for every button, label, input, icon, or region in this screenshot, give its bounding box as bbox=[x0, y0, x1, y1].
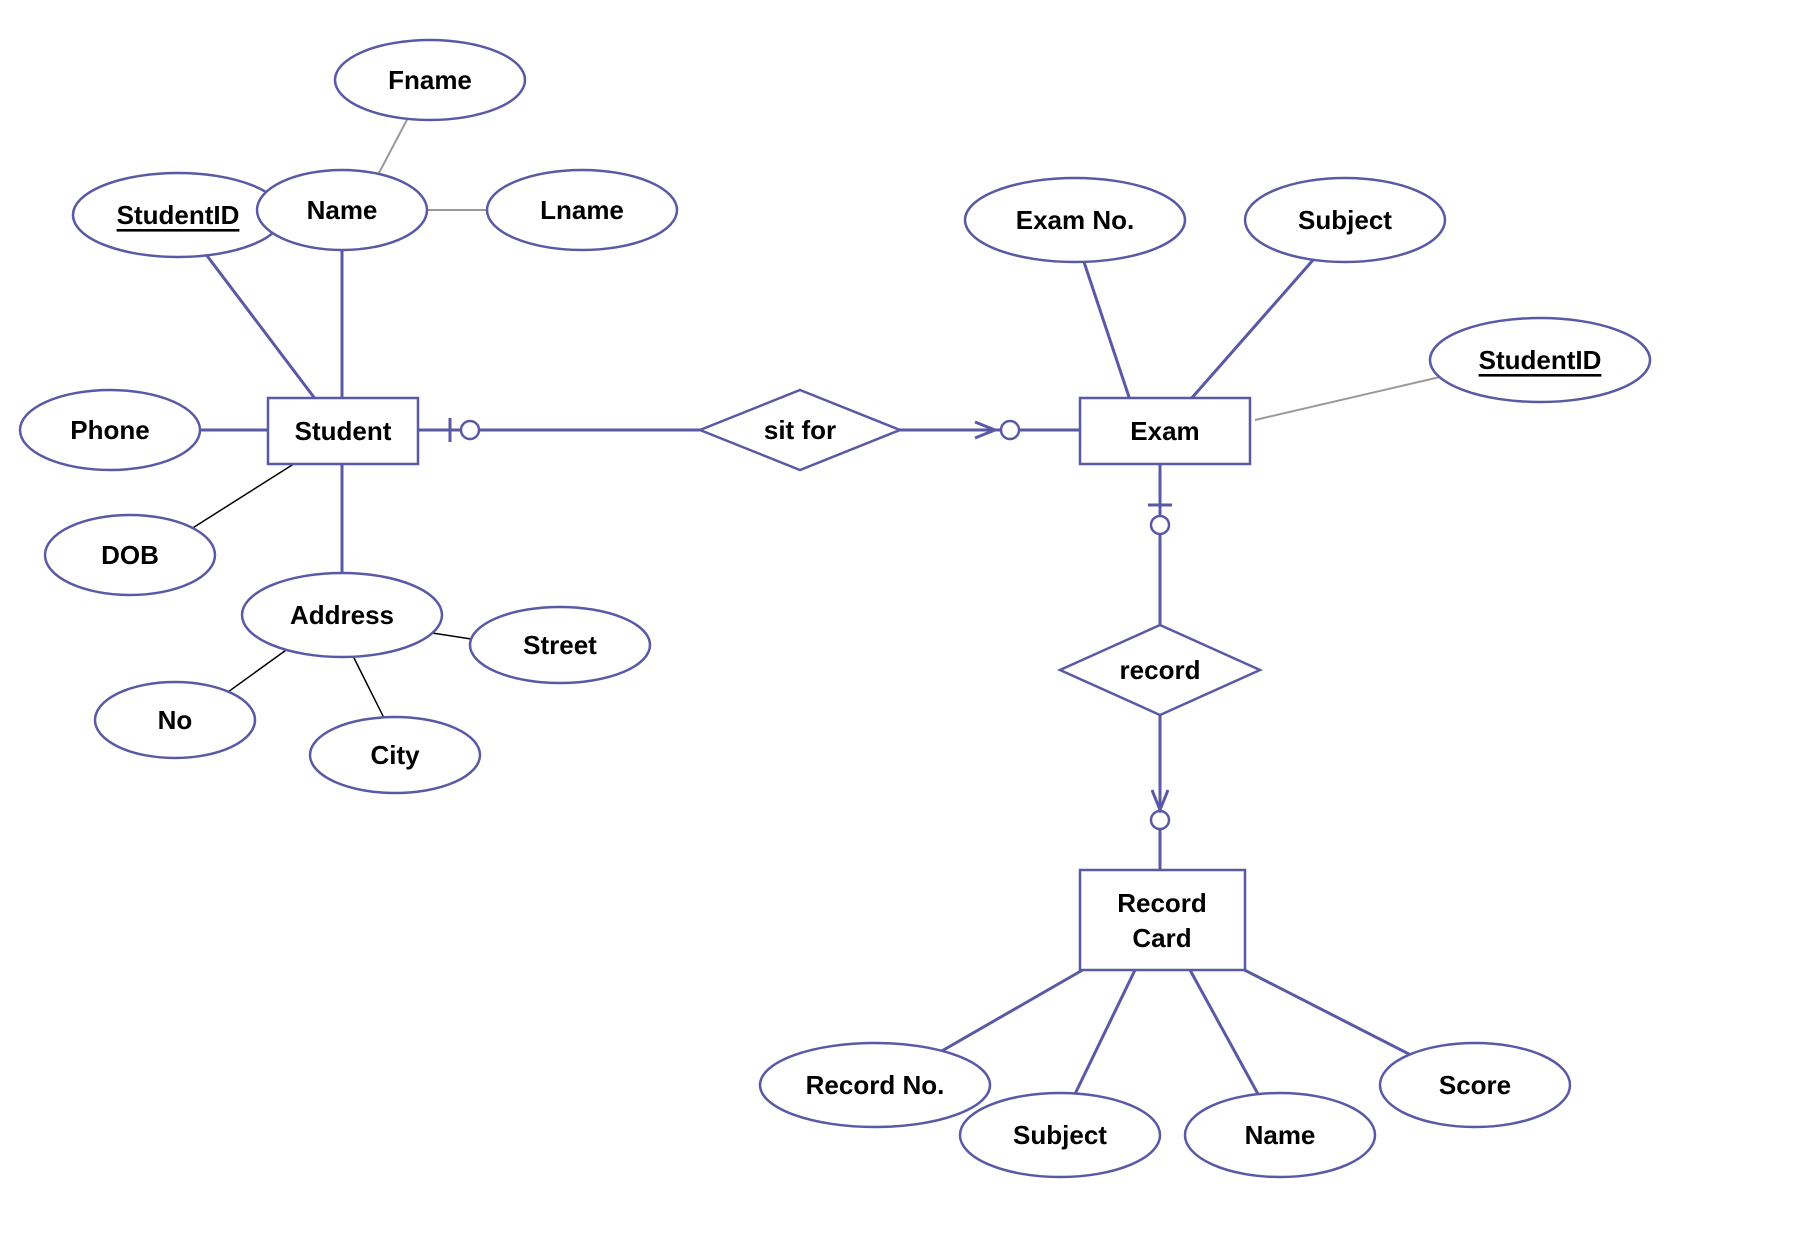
attr-lname: Lname bbox=[487, 170, 677, 250]
attr-examno: Exam No. bbox=[965, 178, 1185, 262]
attr-name-rc: Name bbox=[1185, 1093, 1375, 1177]
svg-text:Score: Score bbox=[1439, 1070, 1511, 1100]
svg-text:Card: Card bbox=[1132, 923, 1191, 953]
attr-subject-exam: Subject bbox=[1245, 178, 1445, 262]
svg-text:sit for: sit for bbox=[764, 415, 836, 445]
svg-text:DOB: DOB bbox=[101, 540, 159, 570]
attr-no: No bbox=[95, 682, 255, 758]
svg-text:Subject: Subject bbox=[1013, 1120, 1107, 1150]
svg-text:City: City bbox=[370, 740, 420, 770]
svg-text:Student: Student bbox=[295, 416, 392, 446]
attr-dob: DOB bbox=[45, 515, 215, 595]
attr-fname: Fname bbox=[335, 40, 525, 120]
svg-text:StudentID: StudentID bbox=[117, 200, 240, 230]
attr-subject-rc: Subject bbox=[960, 1093, 1160, 1177]
svg-text:Record: Record bbox=[1117, 888, 1207, 918]
relationship-record: record bbox=[1060, 625, 1260, 715]
attr-studentid: StudentID bbox=[73, 173, 283, 257]
attr-recordno: Record No. bbox=[760, 1043, 990, 1127]
er-diagram: StudentID Fname Name Lname Phone DOB Add… bbox=[0, 0, 1800, 1250]
entity-student: Student bbox=[268, 398, 418, 464]
attr-score: Score bbox=[1380, 1043, 1570, 1127]
svg-text:record: record bbox=[1120, 655, 1201, 685]
svg-text:Fname: Fname bbox=[388, 65, 472, 95]
attr-name: Name bbox=[257, 170, 427, 250]
attr-exam-studentid: StudentID bbox=[1430, 318, 1650, 402]
svg-text:Phone: Phone bbox=[70, 415, 149, 445]
svg-text:Name: Name bbox=[307, 195, 378, 225]
svg-text:Subject: Subject bbox=[1298, 205, 1392, 235]
entity-exam: Exam bbox=[1080, 398, 1250, 464]
attr-city: City bbox=[310, 717, 480, 793]
attr-phone: Phone bbox=[20, 390, 200, 470]
entity-record-card: Record Card bbox=[1080, 870, 1245, 970]
svg-text:Lname: Lname bbox=[540, 195, 624, 225]
svg-text:No: No bbox=[158, 705, 193, 735]
svg-text:Record No.: Record No. bbox=[806, 1070, 945, 1100]
crow-exam-down-circle bbox=[1151, 516, 1169, 534]
svg-text:Address: Address bbox=[290, 600, 394, 630]
svg-text:Exam No.: Exam No. bbox=[1016, 205, 1135, 235]
relationship-sitfor: sit for bbox=[700, 390, 900, 470]
crow-exam-circle bbox=[1001, 421, 1019, 439]
svg-text:Exam: Exam bbox=[1130, 416, 1199, 446]
attr-address: Address bbox=[242, 573, 442, 657]
crow-student-circle bbox=[461, 421, 479, 439]
edge-exam-studentid bbox=[1255, 370, 1470, 420]
svg-text:Street: Street bbox=[523, 630, 597, 660]
attr-street: Street bbox=[470, 607, 650, 683]
svg-text:Name: Name bbox=[1245, 1120, 1316, 1150]
svg-text:StudentID: StudentID bbox=[1479, 345, 1602, 375]
